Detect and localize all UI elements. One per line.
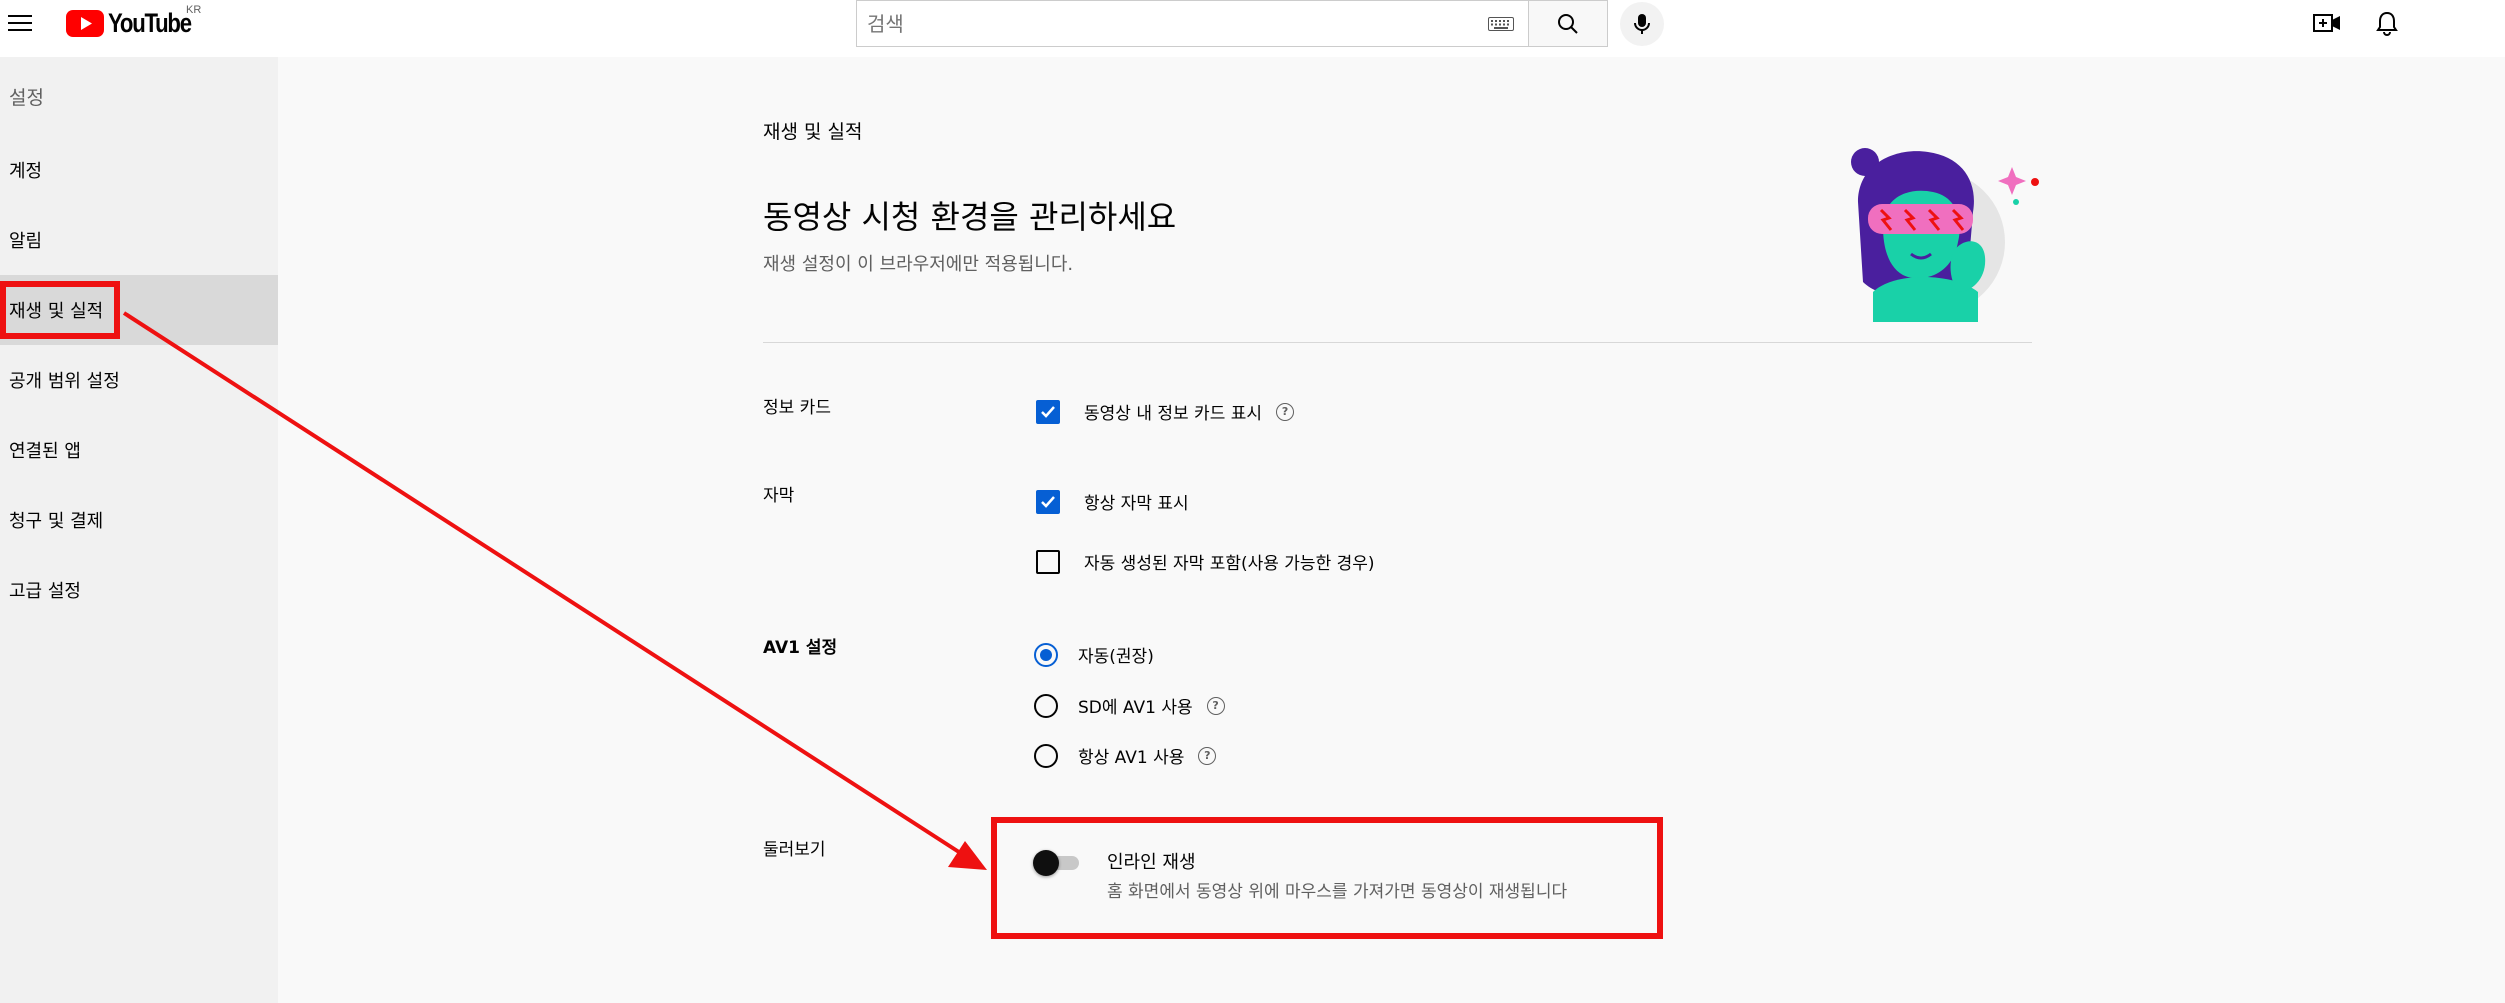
av1-option-auto[interactable]: 자동(권장) bbox=[1034, 642, 1154, 667]
sidebar-item-notifications[interactable]: 알림 bbox=[0, 205, 278, 275]
top-bar: YouTube KR bbox=[0, 0, 2505, 57]
section-title: 재생 및 실적 bbox=[763, 121, 863, 143]
av1-sd-radio[interactable] bbox=[1034, 693, 1058, 718]
sidebar-item-connected-apps[interactable]: 연결된 앱 bbox=[0, 415, 278, 485]
voice-search-button[interactable] bbox=[1620, 2, 1664, 46]
region-code: KR bbox=[186, 4, 202, 16]
sidebar-title: 설정 bbox=[9, 87, 44, 109]
keyboard-icon[interactable] bbox=[1488, 16, 1514, 31]
help-icon[interactable]: ? bbox=[1276, 402, 1295, 421]
captions-auto-checkbox[interactable] bbox=[1036, 549, 1060, 574]
sidebar-item-label: 알림 bbox=[9, 231, 43, 252]
check-icon bbox=[1041, 495, 1055, 508]
captions-always-option[interactable]: 항상 자막 표시 bbox=[1036, 489, 1189, 514]
av1-always-radio[interactable] bbox=[1034, 743, 1058, 768]
sidebar-item-privacy[interactable]: 공개 범위 설정 bbox=[0, 345, 278, 415]
create-video-button[interactable] bbox=[2312, 8, 2342, 38]
sidebar-item-billing[interactable]: 청구 및 결제 bbox=[0, 485, 278, 555]
av1-option-always[interactable]: 항상 AV1 사용 ? bbox=[1034, 743, 1217, 768]
sidebar-item-label: 계정 bbox=[9, 161, 43, 182]
playback-illustration bbox=[1851, 148, 2039, 322]
sidebar-item-label: 연결된 앱 bbox=[9, 441, 81, 462]
av1-auto-label: 자동(권장) bbox=[1078, 647, 1154, 667]
browse-label: 둘러보기 bbox=[763, 840, 826, 860]
check-icon bbox=[1041, 405, 1055, 418]
help-icon[interactable]: ? bbox=[1198, 746, 1217, 765]
info-cards-option[interactable]: 동영상 내 정보 카드 표시 ? bbox=[1036, 399, 1295, 424]
notifications-button[interactable] bbox=[2372, 8, 2402, 38]
help-icon[interactable]: ? bbox=[1206, 696, 1225, 715]
sidebar-item-label: 고급 설정 bbox=[9, 581, 81, 602]
captions-always-checkbox[interactable] bbox=[1036, 489, 1060, 514]
search-box bbox=[856, 0, 1529, 47]
sidebar-item-label: 청구 및 결제 bbox=[9, 511, 104, 532]
info-cards-option-label: 동영상 내 정보 카드 표시 bbox=[1084, 404, 1263, 424]
captions-label: 자막 bbox=[763, 486, 795, 506]
av1-label: AV1 설정 bbox=[763, 638, 838, 658]
av1-sd-label: SD에 AV1 사용 bbox=[1078, 698, 1193, 718]
menu-icon[interactable] bbox=[8, 10, 38, 36]
captions-auto-label: 자동 생성된 자막 포함(사용 가능한 경우) bbox=[1084, 554, 1375, 574]
annotation-box-inline bbox=[991, 817, 1663, 939]
av1-always-label: 항상 AV1 사용 bbox=[1078, 748, 1185, 768]
search-icon bbox=[1558, 13, 1578, 34]
search-input[interactable] bbox=[867, 11, 1488, 36]
logo-text: YouTube bbox=[108, 7, 192, 38]
microphone-icon bbox=[1634, 14, 1650, 34]
video-add-icon bbox=[2313, 14, 2340, 32]
sidebar-item-label: 공개 범위 설정 bbox=[9, 371, 120, 392]
youtube-play-icon bbox=[66, 9, 104, 37]
page-subtext: 재생 설정이 이 브라우저에만 적용됩니다. bbox=[763, 254, 1074, 275]
info-cards-checkbox[interactable] bbox=[1036, 399, 1060, 424]
info-cards-label: 정보 카드 bbox=[763, 398, 831, 418]
av1-auto-radio[interactable] bbox=[1034, 642, 1058, 667]
sidebar-item-account[interactable]: 계정 bbox=[0, 135, 278, 205]
annotation-box-sidebar bbox=[0, 281, 120, 339]
header-divider bbox=[763, 342, 2032, 343]
captions-always-label: 항상 자막 표시 bbox=[1084, 494, 1189, 514]
sidebar-item-advanced[interactable]: 고급 설정 bbox=[0, 555, 278, 625]
settings-sidebar: 설정 계정 알림 재생 및 실적 공개 범위 설정 연결된 앱 청구 및 결제 … bbox=[0, 57, 278, 1003]
page-headline: 동영상 시청 환경을 관리하세요 bbox=[763, 198, 1177, 236]
bell-icon bbox=[2376, 11, 2398, 36]
captions-auto-option[interactable]: 자동 생성된 자막 포함(사용 가능한 경우) bbox=[1036, 549, 1375, 574]
search-button[interactable] bbox=[1529, 0, 1608, 47]
av1-option-sd[interactable]: SD에 AV1 사용 ? bbox=[1034, 693, 1225, 718]
